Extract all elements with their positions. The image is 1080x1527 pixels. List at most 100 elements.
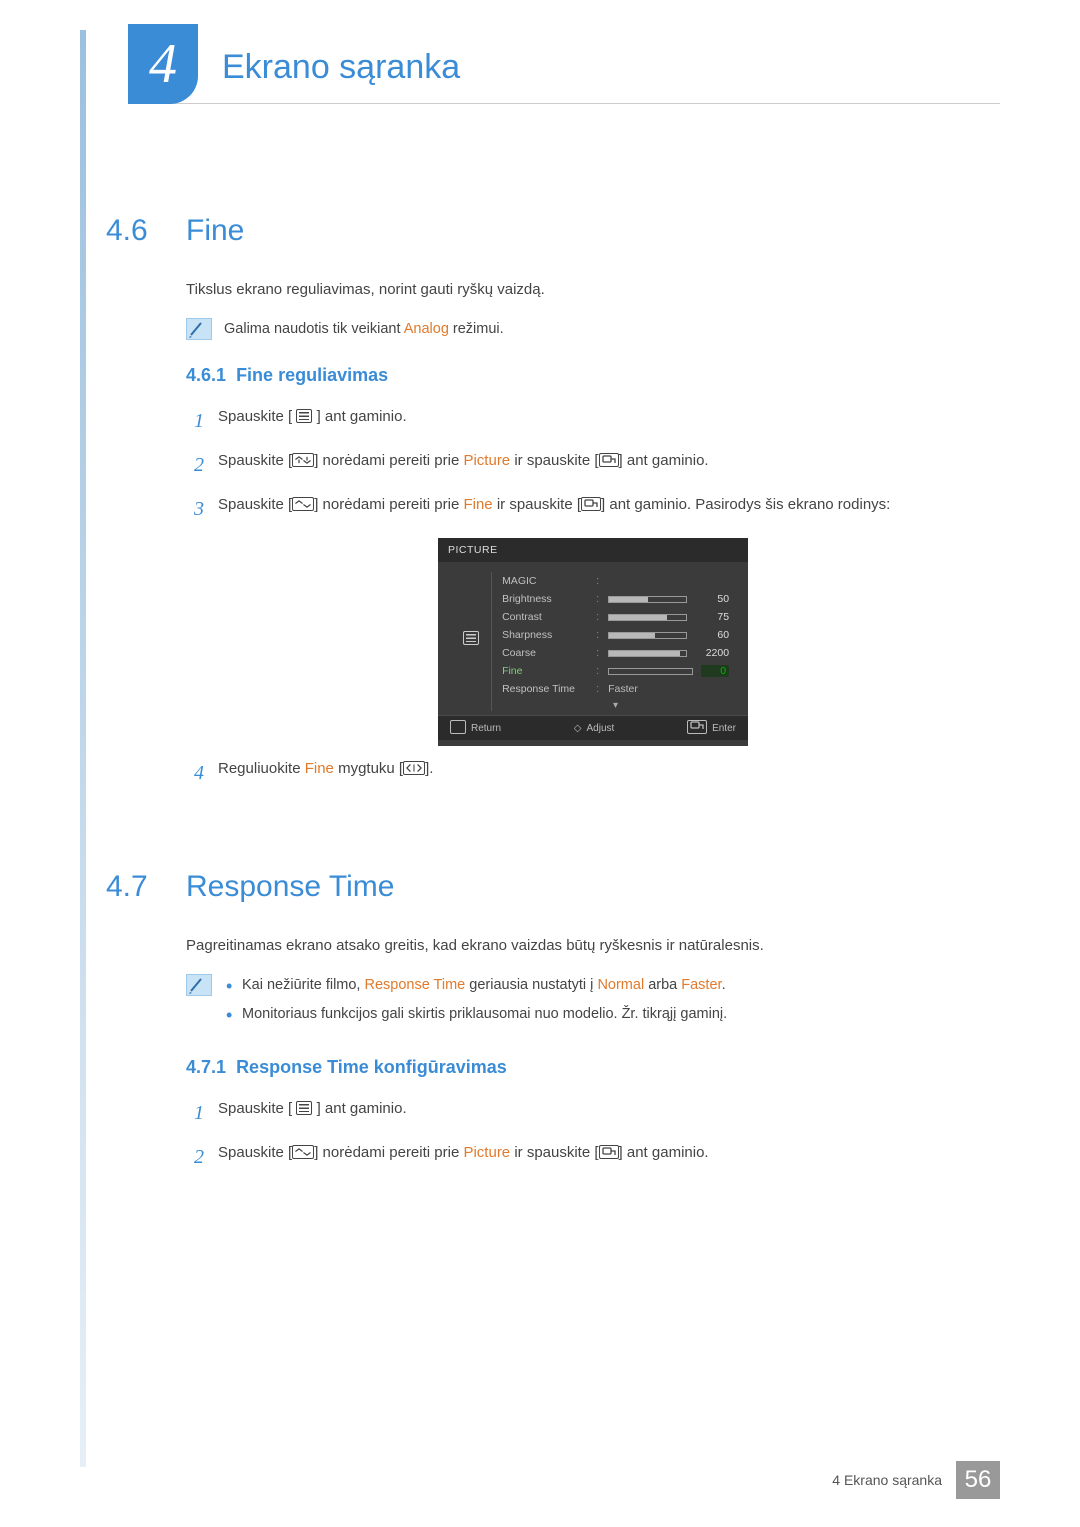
step-text: Reguliuokite Fine mygtuku []. — [218, 756, 1000, 782]
step-number: 1 — [186, 1096, 204, 1130]
footer-text: 4 Ekrano sąranka — [832, 1472, 942, 1488]
osd-value-highlight: 0 — [701, 665, 729, 677]
t: Spauskite [ — [218, 1144, 292, 1161]
menu-icon — [296, 409, 312, 423]
osd-body: MAGIC: Brightness: 50 Contrast: 75 — [438, 562, 748, 715]
section-4-6-body: Tikslus ekrano reguliavimas, norint gaut… — [186, 278, 1000, 790]
osd-value: 75 — [695, 611, 729, 623]
section-4-7-heading: 4.7 Response Time — [106, 870, 1000, 904]
note-bullet-1: Kai nežiūrite filmo, Response Time geria… — [224, 974, 727, 997]
enter-icon — [687, 720, 707, 734]
left-right-icon — [403, 761, 425, 775]
t: ] norėdami pereiti prie — [314, 452, 463, 469]
note-text: Kai nežiūrite filmo, Response Time geria… — [224, 974, 727, 1032]
t: Reguliuokite — [218, 760, 305, 777]
step-4: 4 Reguliuokite Fine mygtuku []. — [186, 756, 1000, 790]
page-footer: 4 Ekrano sąranka 56 — [832, 1461, 1000, 1499]
t: ] ant gaminio. Pasirodys šis ekrano rodi… — [601, 496, 890, 513]
osd-bar — [608, 632, 687, 639]
osd-title: PICTURE — [438, 538, 748, 562]
section-4-6-heading: 4.6 Fine — [106, 214, 1000, 248]
section-title: Response Time — [186, 870, 394, 904]
osd-label: Coarse — [502, 647, 588, 659]
osd-row-response-time: Response Time: Faster — [502, 680, 729, 698]
step-number: 4 — [186, 756, 204, 790]
t: Kai nežiūrite filmo, — [242, 977, 365, 993]
osd-footer-adjust: ◇Adjust — [574, 721, 615, 735]
osd-label: Contrast — [502, 611, 588, 623]
menu-icon — [463, 631, 479, 645]
osd-footer-enter: Enter — [687, 721, 736, 735]
t: arba — [644, 977, 681, 993]
page: 4 Ekrano sąranka 4.6 Fine Tikslus ekrano… — [0, 0, 1080, 1527]
keyword-fine: Fine — [463, 496, 492, 513]
step-text: Spauskite [ ] norėdami pereiti prie Pictu… — [218, 448, 1000, 474]
osd-value-text: Faster — [608, 683, 638, 695]
t: geriausia nustatyti į — [465, 977, 597, 993]
section-4-7-body: Pagreitinamas ekrano atsako greitis, kad… — [186, 934, 1000, 1173]
t: Spauskite [ — [218, 496, 292, 513]
step-text: Spauskite [ ] norėdami pereiti prie Pictu… — [218, 1140, 1000, 1166]
chapter-number-badge: 4 — [128, 24, 198, 104]
step-number: 2 — [186, 448, 204, 482]
subsection-title: Response Time konfigūravimas — [236, 1057, 507, 1077]
side-accent-bar — [80, 30, 86, 1467]
osd-down-arrow-icon: ▾ — [502, 700, 729, 711]
t: ]. — [425, 760, 433, 777]
step-number: 3 — [186, 492, 204, 526]
step-1: 1 Spauskite [ ] ant gaminio. — [186, 1096, 1000, 1130]
t: Return — [471, 723, 501, 734]
osd-value: 2200 — [695, 647, 729, 659]
osd-bar — [608, 668, 693, 675]
note-keyword: Analog — [404, 321, 449, 337]
osd-right-column: MAGIC: Brightness: 50 Contrast: 75 — [491, 572, 729, 711]
keyword-fine: Fine — [305, 760, 334, 777]
subsection-number: 4.7.1 — [186, 1057, 226, 1077]
note-icon — [186, 318, 212, 340]
menu-icon — [296, 1101, 312, 1115]
note-pre: Galima naudotis tik veikiant — [224, 321, 404, 337]
intro-paragraph: Pagreitinamas ekrano atsako greitis, kad… — [186, 934, 1000, 958]
t: ] ant gaminio. — [317, 1100, 407, 1117]
keyword-picture: Picture — [463, 1144, 510, 1161]
t: Spauskite [ — [218, 452, 292, 469]
note-post: režimui. — [449, 321, 504, 337]
osd-label-highlight: Fine — [502, 665, 588, 677]
t: ] norėdami pereiti prie — [314, 1144, 463, 1161]
enter-icon — [599, 453, 619, 467]
keyword-picture: Picture — [463, 452, 510, 469]
step-text: Spauskite [ ] ant gaminio. — [218, 404, 1000, 430]
keyword-normal: Normal — [597, 977, 644, 993]
osd-left-column — [454, 572, 488, 646]
osd-row-coarse: Coarse: 2200 — [502, 644, 729, 662]
enter-icon — [599, 1145, 619, 1159]
t: mygtuku [ — [334, 760, 403, 777]
t: ir spauskite [ — [510, 452, 598, 469]
note: Kai nežiūrite filmo, Response Time geria… — [186, 974, 1000, 1032]
subsection-number: 4.6.1 — [186, 365, 226, 385]
step-3: 3 Spauskite [] norėdami pereiti prie Fin… — [186, 492, 1000, 526]
step-2: 2 Spauskite [ ] norėdami pereiti prie Pic… — [186, 1140, 1000, 1174]
osd-footer-return: Return — [450, 721, 501, 735]
osd-bar — [608, 596, 687, 603]
osd-label: Sharpness — [502, 629, 588, 641]
note: Galima naudotis tik veikiant Analog reži… — [186, 318, 1000, 341]
osd-row-magic: MAGIC: — [502, 572, 729, 590]
osd-footer: Return ◇Adjust Enter — [438, 715, 748, 740]
chapter-title: Ekrano sąranka — [222, 34, 1000, 87]
osd-row-contrast: Contrast: 75 — [502, 608, 729, 626]
subsection-title: Fine reguliavimas — [236, 365, 388, 385]
enter-icon — [581, 497, 601, 511]
t: . — [722, 977, 726, 993]
osd-row-brightness: Brightness: 50 — [502, 590, 729, 608]
subsection-4-7-1-heading: 4.7.1 Response Time konfigūravimas — [186, 1057, 1000, 1078]
t: ir spauskite [ — [493, 496, 581, 513]
osd-value: 60 — [695, 629, 729, 641]
osd-label: Brightness — [502, 593, 588, 605]
step-number: 2 — [186, 1140, 204, 1174]
t: Spauskite [ — [218, 1100, 292, 1117]
chapter-header: 4 Ekrano sąranka — [132, 30, 1000, 104]
osd-screenshot: PICTURE MAGIC: Brightness: 50 — [438, 538, 748, 746]
step-text: Spauskite [] norėdami pereiti prie Fine … — [218, 492, 1000, 518]
up-down-icon — [292, 453, 314, 467]
